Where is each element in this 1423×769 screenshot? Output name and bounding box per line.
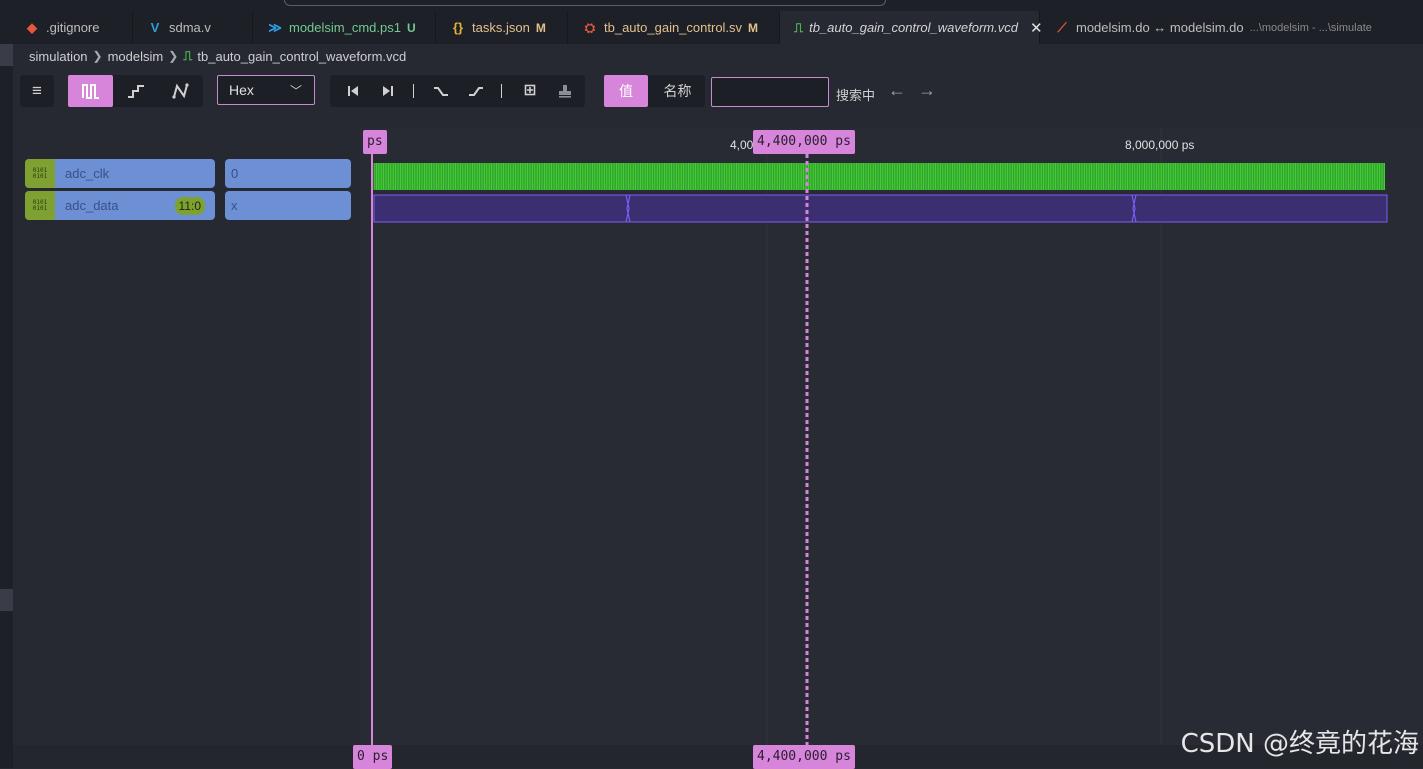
step-wave-button[interactable] <box>113 75 158 107</box>
render-mode-group <box>68 75 203 107</box>
untracked-badge: U <box>407 20 416 35</box>
waveform-icon: ⎍ <box>794 19 804 35</box>
start-marker-label[interactable]: 0 ps <box>353 745 393 769</box>
breadcrumb-item[interactable]: modelsim <box>108 49 164 64</box>
bit-width-badge: 11:0 <box>174 197 205 215</box>
waveform-icon: ⎍ <box>183 48 193 63</box>
step-wave-icon <box>127 85 144 98</box>
search-mode-group: 值 名称 <box>604 75 705 107</box>
data-bus <box>373 194 1388 223</box>
tab-waveform-vcd[interactable]: ⎍ tb_auto_gain_control_waveform.vcd ✕ <box>780 11 1043 44</box>
digital-wave-button[interactable] <box>68 75 113 107</box>
export-button[interactable] <box>550 75 580 107</box>
tab-value[interactable]: 值 <box>604 75 648 107</box>
tab-sdma[interactable]: V sdma.v <box>133 11 253 44</box>
command-center-outline[interactable] <box>284 0 886 6</box>
skip-end-icon <box>383 86 393 96</box>
signal-value: 0 <box>225 159 351 188</box>
search-status: 搜索中 <box>836 88 876 103</box>
falling-edge-icon <box>434 87 448 96</box>
digital-wave-icon <box>81 84 99 99</box>
time-tick-label: 8,000,000 ps <box>1125 138 1195 152</box>
next-edge-button[interactable] <box>461 75 491 107</box>
chevron-right-icon: ❯ <box>92 49 103 63</box>
toolbar-divider <box>496 75 506 107</box>
signal-value: x <box>225 191 351 220</box>
breadcrumb-item[interactable]: tb_auto_gain_control_waveform.vcd <box>197 49 406 64</box>
start-marker-label[interactable]: ps <box>363 130 387 154</box>
go-to-start-button[interactable] <box>338 75 368 107</box>
tab-modelsim-do-diff[interactable]: ⟋ modelsim.do ↔ modelsim.do ...\modelsim… <box>1040 11 1423 44</box>
tab-modelsim-cmd[interactable]: ≫ modelsim_cmd.ps1 U <box>253 11 436 44</box>
skip-start-icon <box>348 86 358 96</box>
tab-name[interactable]: 名称 <box>650 75 705 107</box>
activity-strip <box>0 44 13 768</box>
signal-name: adc_clk <box>65 166 110 181</box>
json-icon: {} <box>452 20 464 35</box>
go-to-end-button[interactable] <box>373 75 403 107</box>
menu-button[interactable]: ≡ <box>20 75 54 107</box>
cursor-time-label[interactable]: 4,400,000 ps <box>753 130 855 154</box>
arrow-right-icon[interactable]: → <box>918 80 936 101</box>
signal-row-adc-data[interactable]: 0101 0101 adc_data 11:0 <box>25 191 215 220</box>
modified-badge: M <box>748 20 759 35</box>
modified-badge: M <box>535 20 546 35</box>
tab-tb-auto-gain-control[interactable]: ⛭ tb_auto_gain_control.sv M <box>568 11 780 44</box>
analog-wave-button[interactable] <box>158 75 203 107</box>
watermark-text: CSDN @终竟的花海 <box>1180 729 1419 759</box>
tab-gitignore[interactable]: ◆ .gitignore <box>10 11 133 44</box>
adc-clk-waveform[interactable] <box>373 163 1385 190</box>
toolbar-divider <box>408 75 418 107</box>
search-input[interactable] <box>711 77 829 107</box>
binary-icon: 0101 0101 <box>25 159 55 188</box>
adc-data-waveform[interactable] <box>373 194 1388 223</box>
chevron-right-icon: ❯ <box>168 49 179 63</box>
add-marker-icon <box>524 84 536 96</box>
analog-wave-icon <box>171 83 189 99</box>
signal-row-adc-clk[interactable]: 0101 0101 adc_clk <box>25 159 215 188</box>
breadcrumb: simulation ❯ modelsim ❯ ⎍ tb_auto_gain_c… <box>13 44 1423 68</box>
binary-icon: 0101 0101 <box>25 191 55 220</box>
tab-tasks-json[interactable]: {} tasks.json M <box>436 11 568 44</box>
hamburger-icon: ≡ <box>32 81 42 100</box>
chevron-down-icon: ﹀ <box>289 84 302 98</box>
powershell-icon: ≫ <box>268 19 282 35</box>
stamp-icon <box>559 85 571 98</box>
menu-group: ≡ <box>20 75 54 107</box>
waveform-toolbar: ≡ Hex ﹀ 值 名称 搜索中 ← → <box>13 68 1423 128</box>
number-format-select[interactable]: Hex ﹀ <box>217 75 315 105</box>
waveform-canvas[interactable]: 4,000,000 ps 8,000,000 ps ps 4,400,000 p… <box>360 128 1423 745</box>
add-marker-button[interactable] <box>516 75 546 107</box>
rising-edge-icon <box>469 87 483 96</box>
feather-icon: ⟋ <box>1057 19 1067 35</box>
signal-list-panel: 0101 0101 adc_clk 0 0101 0101 adc_data 11:… <box>13 128 360 745</box>
previous-edge-button[interactable] <box>426 75 456 107</box>
git-icon: ◆ <box>27 19 37 35</box>
verilog-icon: V <box>150 20 160 35</box>
navigation-group <box>330 75 585 107</box>
waveform-svg <box>371 128 1388 745</box>
cursor-time-label[interactable]: 4,400,000 ps <box>753 745 855 769</box>
chip-icon: ⛭ <box>584 19 596 35</box>
arrow-left-icon[interactable]: ← <box>888 80 906 101</box>
strip-marker <box>0 589 13 611</box>
signal-name: adc_data <box>65 198 119 213</box>
strip-marker <box>0 44 13 66</box>
breadcrumb-item[interactable]: simulation <box>29 49 88 64</box>
